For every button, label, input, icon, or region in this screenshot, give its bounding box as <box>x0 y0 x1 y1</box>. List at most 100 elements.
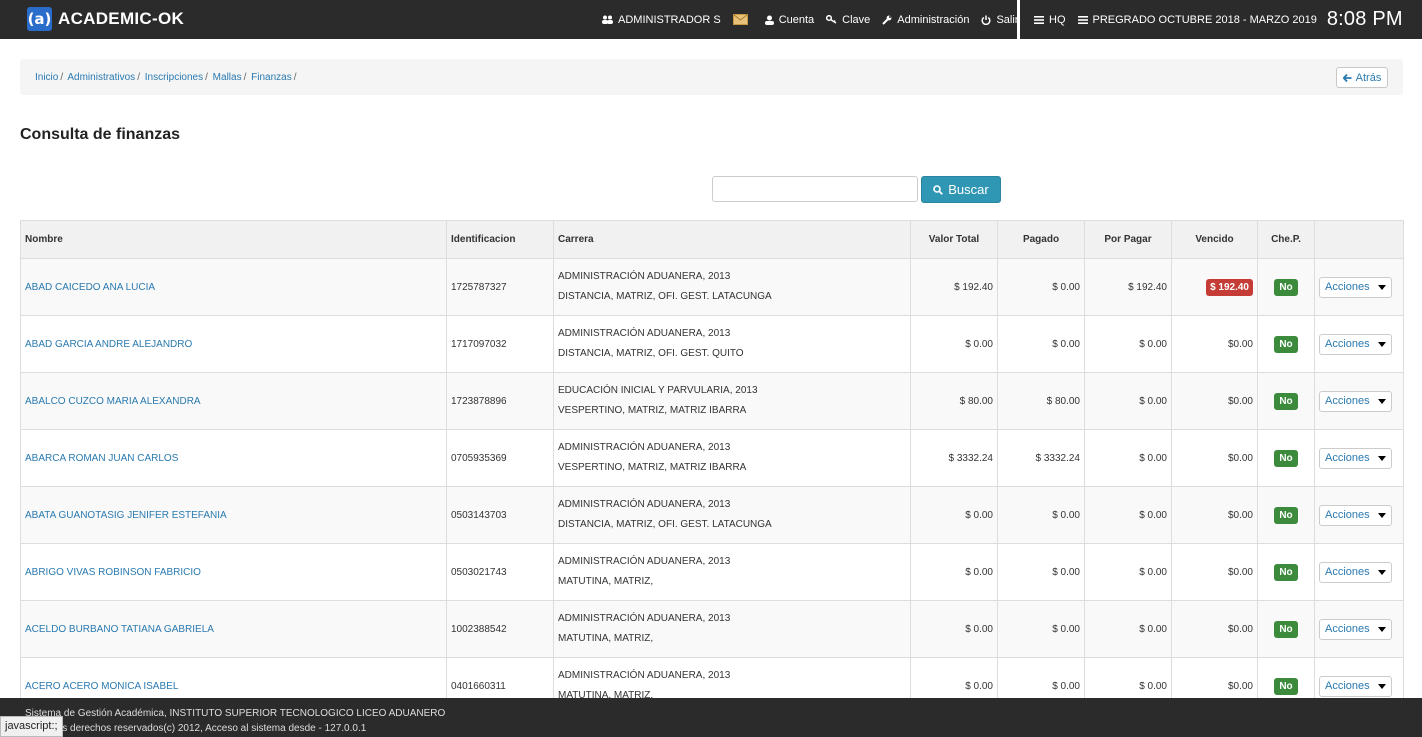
nav-periodo-label: PREGRADO OCTUBRE 2018 - MARZO 2019 <box>1092 13 1317 26</box>
list-icon <box>1077 15 1088 24</box>
nav-administracion[interactable]: Administración <box>882 14 969 26</box>
cell-che-p: No <box>1257 372 1315 430</box>
student-name-link[interactable]: ABAD GARCIA ANDRE ALEJANDRO <box>25 339 192 350</box>
acciones-dropdown[interactable]: Acciones <box>1319 504 1392 526</box>
cell-identificacion: 1725787327 <box>446 258 554 316</box>
cell-valor-total: $ 80.00 <box>910 372 998 430</box>
header-carrera[interactable]: Carrera <box>553 220 911 259</box>
student-name-link[interactable]: ACELDO BURBANO TATIANA GABRIELA <box>25 624 214 635</box>
breadcrumb-mallas[interactable]: Mallas <box>213 72 242 83</box>
cell-valor-total: $ 0.00 <box>910 315 998 373</box>
footer: Sistema de Gestión Académica, INSTITUTO … <box>0 698 1422 737</box>
che-p-badge: No <box>1274 392 1298 410</box>
breadcrumb-administrativos[interactable]: Administrativos <box>67 72 135 83</box>
acciones-dropdown[interactable]: Acciones <box>1319 390 1392 412</box>
student-name-link[interactable]: ABRIGO VIVAS ROBINSON FABRICIO <box>25 567 201 578</box>
back-button[interactable]: Atrás <box>1336 67 1388 88</box>
table-row: ABARCA ROMAN JUAN CARLOS 0705935369 ADMINI… <box>20 429 1404 487</box>
caret-down-icon <box>1377 569 1386 575</box>
cell-identificacion: 1723878896 <box>446 372 554 430</box>
header-identificacion[interactable]: Identificacion <box>446 220 554 259</box>
student-name-link[interactable]: ABAD CAICEDO ANA LUCIA <box>25 282 155 293</box>
che-p-badge: No <box>1274 335 1298 353</box>
nav-periodo[interactable]: PREGRADO OCTUBRE 2018 - MARZO 2019 <box>1077 13 1317 26</box>
cell-nombre: ACELDO BURBANO TATIANA GABRIELA <box>20 600 447 658</box>
breadcrumb-inicio[interactable]: Inicio <box>35 72 58 83</box>
carrera-modality: MATUTINA, MATRIZ, <box>558 633 654 644</box>
header-che-p[interactable]: Che.P. <box>1257 220 1315 259</box>
header-vencido[interactable]: Vencido <box>1171 220 1258 259</box>
search-button-label: Buscar <box>948 182 989 197</box>
cell-acciones: Acciones <box>1314 372 1404 430</box>
acciones-label: Acciones <box>1325 566 1370 578</box>
cell-pagado: $ 0.00 <box>997 258 1085 316</box>
search-input[interactable] <box>712 176 918 202</box>
cell-che-p: No <box>1257 258 1315 316</box>
nav-cuenta-label: Cuenta <box>778 13 815 26</box>
che-p-badge: No <box>1274 563 1298 581</box>
cell-pagado: $ 3332.24 <box>997 429 1085 487</box>
search-button[interactable]: Buscar <box>921 176 1001 203</box>
acciones-dropdown[interactable]: Acciones <box>1319 333 1392 355</box>
cell-che-p: No <box>1257 600 1315 658</box>
nav-cuenta[interactable]: Cuenta <box>764 13 815 26</box>
user-nav: ADMINISTRADOR S Cuenta Clave Administrac… <box>590 0 1018 39</box>
cell-identificacion: 0705935369 <box>446 429 554 487</box>
header-pagado[interactable]: Pagado <box>997 220 1085 259</box>
cell-identificacion: 1002388542 <box>446 600 554 658</box>
acciones-dropdown[interactable]: Acciones <box>1319 675 1392 697</box>
che-p-badge: No <box>1274 506 1298 524</box>
caret-down-icon <box>1377 398 1386 404</box>
acciones-dropdown[interactable]: Acciones <box>1319 276 1392 298</box>
cell-vencido: $0.00 <box>1171 543 1258 601</box>
header-valor-total[interactable]: Valor Total <box>910 220 998 259</box>
cell-carrera: ADMINISTRACIÓN ADUANERA, 2013 MATUTINA, M… <box>553 600 911 658</box>
student-name-link[interactable]: ACERO ACERO MONICA ISABEL <box>25 681 178 692</box>
nav-user[interactable]: ADMINISTRADOR S <box>602 14 721 26</box>
cell-valor-total: $ 0.00 <box>910 486 998 544</box>
header-por-pagar[interactable]: Por Pagar <box>1084 220 1172 259</box>
top-navbar: (a) ACADEMIC-OK ADMINISTRADOR S Cuenta C… <box>0 0 1422 39</box>
brand[interactable]: (a) ACADEMIC-OK <box>27 7 184 31</box>
header-nombre[interactable]: Nombre <box>20 220 447 259</box>
carrera-name: ADMINISTRACIÓN ADUANERA, 2013 <box>558 499 731 510</box>
student-name-link[interactable]: ABALCO CUZCO MARIA ALEXANDRA <box>25 396 201 407</box>
cell-carrera: ADMINISTRACIÓN ADUANERA, 2013 MATUTINA, M… <box>553 543 911 601</box>
acciones-label: Acciones <box>1325 452 1370 464</box>
caret-down-icon <box>1377 512 1386 518</box>
che-p-badge: No <box>1274 449 1298 467</box>
student-name-link[interactable]: ABARCA ROMAN JUAN CARLOS <box>25 453 178 464</box>
breadcrumb-inscripciones[interactable]: Inscripciones <box>145 72 203 83</box>
cell-identificacion: 0503021743 <box>446 543 554 601</box>
breadcrumb-finanzas[interactable]: Finanzas <box>251 72 292 83</box>
table-row: ABATA GUANOTASIG JENIFER ESTEFANIA 050314… <box>20 486 1404 544</box>
nav-hq[interactable]: HQ <box>1034 14 1066 26</box>
student-name-link[interactable]: ABATA GUANOTASIG JENIFER ESTEFANIA <box>25 510 227 521</box>
che-p-badge: No <box>1274 278 1298 296</box>
che-p-badge: No <box>1274 677 1298 695</box>
table-header-row: Nombre Identificacion Carrera Valor Tota… <box>20 220 1404 259</box>
breadcrumb-separator: / <box>293 72 297 83</box>
carrera-modality: DISTANCIA, MATRIZ, OFI. GEST. QUITO <box>558 348 744 359</box>
cell-por-pagar: $ 0.00 <box>1084 543 1172 601</box>
cell-acciones: Acciones <box>1314 543 1404 601</box>
status-bar-url: javascript:; <box>0 716 63 737</box>
acciones-dropdown[interactable]: Acciones <box>1319 618 1392 640</box>
nav-clave[interactable]: Clave <box>826 14 870 26</box>
acciones-label: Acciones <box>1325 680 1370 692</box>
acciones-dropdown[interactable]: Acciones <box>1319 561 1392 583</box>
vencido-badge: $ 192.40 <box>1206 278 1253 296</box>
cell-nombre: ABAD CAICEDO ANA LUCIA <box>20 258 447 316</box>
cell-por-pagar: $ 0.00 <box>1084 429 1172 487</box>
acciones-dropdown[interactable]: Acciones <box>1319 447 1392 469</box>
carrera-name: ADMINISTRACIÓN ADUANERA, 2013 <box>558 271 731 282</box>
nav-salir[interactable]: Salir <box>981 14 1018 26</box>
carrera-name: ADMINISTRACIÓN ADUANERA, 2013 <box>558 442 731 453</box>
carrera-modality: DISTANCIA, MATRIZ, OFI. GEST. LATACUNGA <box>558 519 772 530</box>
search-icon <box>933 184 944 195</box>
messages-link[interactable] <box>732 14 753 25</box>
cell-por-pagar: $ 0.00 <box>1084 315 1172 373</box>
power-icon <box>981 15 991 25</box>
cell-pagado: $ 0.00 <box>997 543 1085 601</box>
acciones-label: Acciones <box>1325 338 1370 350</box>
